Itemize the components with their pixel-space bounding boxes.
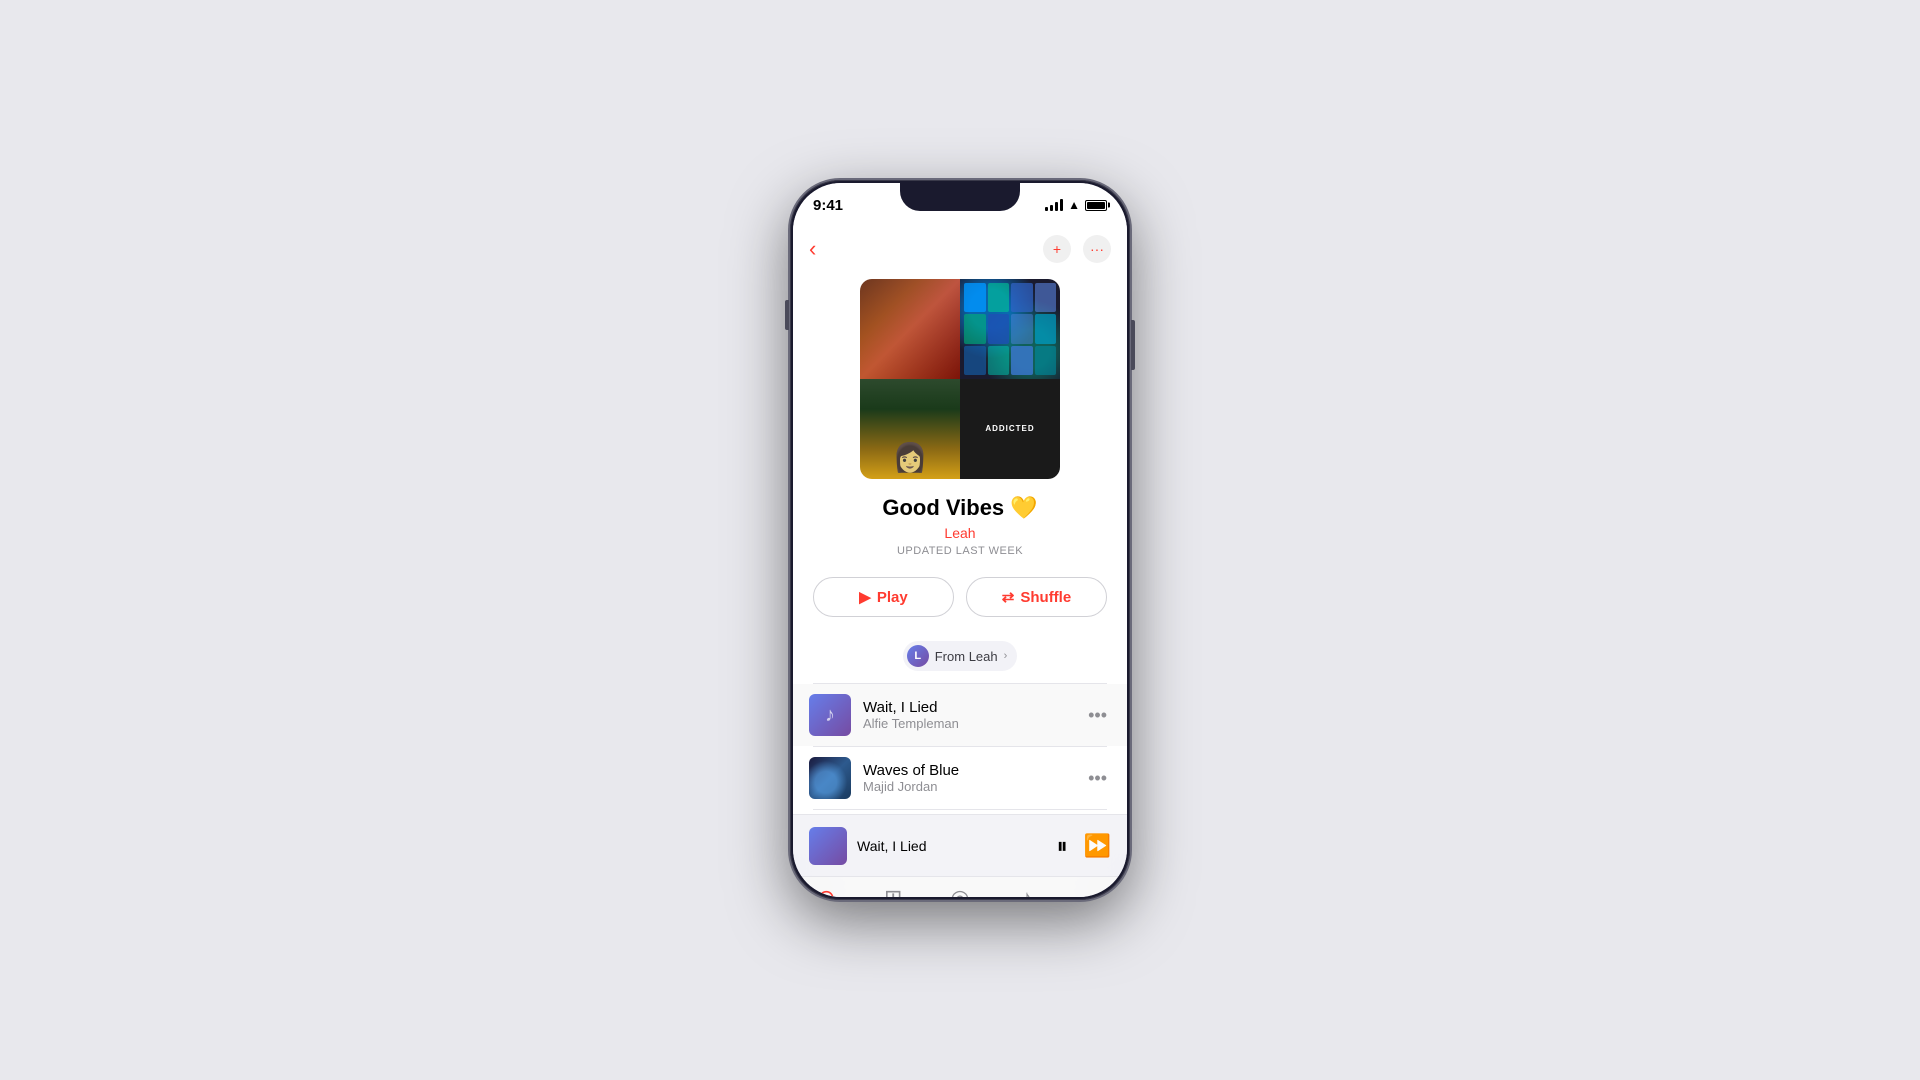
notch [900, 183, 1020, 211]
tab-browse[interactable]: ⊞ Browse [860, 885, 927, 897]
phone-screen: 9:41 ▲ ‹ + ··· [793, 183, 1127, 897]
main-content: ‹ + ··· [793, 227, 1127, 814]
cube [988, 346, 1010, 375]
radio-icon: ◎ [950, 885, 969, 897]
track-name-1: Wait, I Lied [863, 699, 1072, 716]
cube [1035, 283, 1057, 312]
browse-icon: ⊞ [884, 885, 902, 897]
track-list: ♪ Wait, I Lied Alfie Templeman ••• Waves… [793, 684, 1127, 814]
playlist-artwork: ADDICTED [860, 279, 1060, 479]
signal-icon [1045, 199, 1063, 211]
play-button[interactable]: ▶ Play [813, 577, 954, 617]
more-button[interactable]: ··· [1083, 235, 1111, 263]
tab-search[interactable]: ⌕ Search [1060, 885, 1127, 897]
track-more-button-1[interactable]: ••• [1084, 701, 1111, 730]
pause-button[interactable]: ⏸ [1057, 833, 1068, 859]
artwork-cell-2 [960, 279, 1060, 379]
top-nav: ‹ + ··· [793, 227, 1127, 271]
nav-actions: + ··· [1043, 235, 1111, 263]
playlist-info: Good Vibes 💛 Leah UPDATED LAST WEEK [793, 495, 1127, 569]
artwork-cell-4: ADDICTED [960, 379, 1060, 479]
from-section: L From Leah › [793, 633, 1127, 683]
now-playing-controls: ⏸ ⏩ [1057, 833, 1111, 859]
from-name: Leah [969, 649, 998, 664]
battery-icon [1085, 200, 1107, 211]
artwork-container: ADDICTED [793, 271, 1127, 495]
playlist-title: Good Vibes 💛 [813, 495, 1107, 521]
track-artwork-1: ♪ [809, 694, 851, 736]
from-avatar: L [907, 645, 929, 667]
tab-radio[interactable]: ◎ Radio [927, 885, 994, 897]
from-text: From Leah [935, 649, 998, 664]
cube [988, 283, 1010, 312]
from-label: From [935, 649, 965, 664]
add-button[interactable]: + [1043, 235, 1071, 263]
shuffle-icon: ⇄ [1002, 588, 1015, 606]
from-chip[interactable]: L From Leah › [903, 641, 1018, 671]
phone-device: 9:41 ▲ ‹ + ··· [790, 180, 1130, 900]
cube [1011, 314, 1033, 343]
status-bar: 9:41 ▲ [793, 183, 1127, 227]
addicted-label: ADDICTED [981, 420, 1038, 438]
action-buttons: ▶ Play ⇄ Shuffle [793, 569, 1127, 633]
track-artist-1: Alfie Templeman [863, 716, 1072, 731]
cube [988, 314, 1010, 343]
playlist-updated: UPDATED LAST WEEK [813, 545, 1107, 557]
track-info-2: Waves of Blue Majid Jordan [863, 762, 1072, 794]
track-more-button-2[interactable]: ••• [1084, 764, 1111, 793]
library-icon: ♪ [1021, 885, 1032, 897]
track-info-1: Wait, I Lied Alfie Templeman [863, 699, 1072, 731]
cube [1011, 346, 1033, 375]
back-button[interactable]: ‹ [809, 236, 816, 262]
play-label: Play [877, 589, 908, 606]
track-artwork-2 [809, 757, 851, 799]
wifi-icon: ▲ [1068, 198, 1080, 212]
shuffle-button[interactable]: ⇄ Shuffle [966, 577, 1107, 617]
now-playing-title: Wait, I Lied [857, 838, 1047, 854]
play-icon: ▶ [859, 588, 871, 606]
shuffle-label: Shuffle [1020, 589, 1071, 606]
cube [964, 314, 986, 343]
search-icon: ⌕ [1087, 885, 1099, 897]
track-artist-2: Majid Jordan [863, 779, 1072, 794]
artwork-cell-3 [860, 379, 960, 479]
track-item[interactable]: Waves of Blue Majid Jordan ••• [793, 747, 1127, 809]
skip-forward-button[interactable]: ⏩ [1084, 833, 1111, 859]
track-item[interactable]: ♪ Wait, I Lied Alfie Templeman ••• [793, 684, 1127, 746]
tab-library[interactable]: ♪ Library [993, 885, 1060, 897]
status-time: 9:41 [813, 197, 843, 214]
cube [1035, 346, 1057, 375]
cube [964, 283, 986, 312]
listen-now-icon: ⊙ [817, 885, 835, 897]
music-note-icon: ♪ [825, 704, 835, 727]
tab-listen-now[interactable]: ⊙ Listen Now [793, 885, 860, 897]
artwork-cell-1 [860, 279, 960, 379]
cube [1011, 283, 1033, 312]
now-playing-info: Wait, I Lied [857, 838, 1047, 854]
cube [1035, 314, 1057, 343]
status-icons: ▲ [1045, 198, 1107, 212]
track-name-2: Waves of Blue [863, 762, 1072, 779]
chevron-right-icon: › [1004, 650, 1008, 662]
now-playing-artwork [809, 827, 847, 865]
cube [964, 346, 986, 375]
now-playing-bar[interactable]: Wait, I Lied ⏸ ⏩ [793, 814, 1127, 876]
tab-bar: ⊙ Listen Now ⊞ Browse ◎ Radio ♪ Library … [793, 876, 1127, 897]
cubes-grid [960, 279, 1060, 379]
playlist-author[interactable]: Leah [813, 525, 1107, 541]
